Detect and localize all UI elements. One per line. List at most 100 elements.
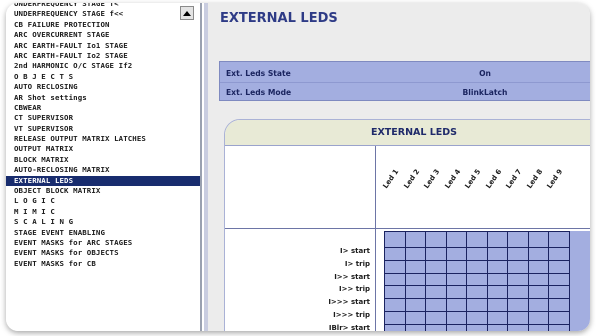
tree-item[interactable]: AR Shot settings <box>6 93 200 103</box>
matrix-cell[interactable] <box>425 323 447 331</box>
property-value[interactable]: BlinkLatch <box>450 88 520 97</box>
matrix-cell[interactable] <box>507 247 529 261</box>
matrix-cell[interactable] <box>404 231 426 248</box>
matrix-cell[interactable] <box>507 311 529 325</box>
tree-item[interactable]: STAGE EVENT ENABLING <box>6 228 200 238</box>
tree-item[interactable]: CT SUPERVISOR <box>6 113 200 123</box>
tree-item[interactable]: VT SUPERVISOR <box>6 124 200 134</box>
matrix-cell[interactable] <box>486 285 508 300</box>
matrix-cell[interactable] <box>486 231 508 248</box>
matrix-cell[interactable] <box>527 298 549 312</box>
matrix-cell[interactable] <box>445 259 467 274</box>
matrix-cell[interactable] <box>527 285 549 300</box>
matrix-cell[interactable] <box>404 323 426 331</box>
matrix-cell[interactable] <box>527 311 549 325</box>
matrix-cell[interactable] <box>404 259 426 274</box>
matrix-cell[interactable] <box>384 285 406 300</box>
matrix-cell[interactable] <box>548 311 570 325</box>
matrix-cell[interactable] <box>466 231 488 248</box>
matrix-cell[interactable] <box>466 247 488 261</box>
matrix-cell[interactable] <box>527 247 549 261</box>
matrix-cell[interactable] <box>507 231 529 248</box>
matrix-cell[interactable] <box>404 272 426 287</box>
matrix-cell[interactable] <box>404 311 426 325</box>
matrix-cell[interactable] <box>507 259 529 274</box>
tree-item[interactable]: CBWEAR <box>6 103 200 113</box>
matrix-cell[interactable] <box>425 231 447 248</box>
tree-item[interactable]: EXTERNAL LEDS <box>6 175 200 187</box>
matrix-cell[interactable] <box>425 272 447 287</box>
matrix-cell[interactable] <box>445 323 467 331</box>
matrix-cell[interactable] <box>425 247 447 261</box>
matrix-cell[interactable] <box>466 323 488 331</box>
matrix-cell[interactable] <box>507 272 529 287</box>
tree-item[interactable]: L O G I C <box>6 196 200 206</box>
tree-item[interactable]: BLOCK MATRIX <box>6 155 200 165</box>
matrix-cell[interactable] <box>384 247 406 261</box>
matrix-cell[interactable] <box>548 272 570 287</box>
matrix-cell[interactable] <box>548 259 570 274</box>
tree-item[interactable]: EVENT MASKS for OBJECTS <box>6 248 200 258</box>
matrix-cell[interactable] <box>548 285 570 300</box>
settings-tree[interactable]: UNDERFREQUENCY STAGE f< UNDERFREQUENCY ST… <box>6 3 202 331</box>
matrix-cell[interactable] <box>384 323 406 331</box>
matrix-cell[interactable] <box>486 247 508 261</box>
tree-item[interactable]: S C A L I N G <box>6 217 200 227</box>
tree-item[interactable]: EVENT MASKS for ARC STAGES <box>6 238 200 248</box>
matrix-cell[interactable] <box>445 311 467 325</box>
matrix-cell[interactable] <box>527 272 549 287</box>
matrix-cell[interactable] <box>466 285 488 300</box>
matrix-cell[interactable] <box>548 247 570 261</box>
matrix-cell[interactable] <box>548 323 570 331</box>
matrix-cell[interactable] <box>466 272 488 287</box>
tree-item[interactable]: OUTPUT MATRIX <box>6 144 200 154</box>
tree-item[interactable]: AUTO-RECLOSING MATRIX <box>6 165 200 175</box>
matrix-cell[interactable] <box>548 298 570 312</box>
matrix-cell[interactable] <box>445 247 467 261</box>
tree-item[interactable]: 2nd HARMONIC O/C STAGE If2 <box>6 61 200 71</box>
matrix-cell[interactable] <box>404 247 426 261</box>
matrix-cell[interactable] <box>445 272 467 287</box>
matrix-cell[interactable] <box>384 298 406 312</box>
tree-item[interactable]: UNDERFREQUENCY STAGE f<< <box>6 9 200 19</box>
matrix-cell[interactable] <box>425 298 447 312</box>
tree-item[interactable]: OBJECT BLOCK MATRIX <box>6 186 200 196</box>
matrix-cell[interactable] <box>486 259 508 274</box>
matrix-cell[interactable] <box>425 259 447 274</box>
matrix-cell[interactable] <box>404 285 426 300</box>
matrix-cell[interactable] <box>384 259 406 274</box>
tree-item[interactable]: AUTO RECLOSING <box>6 82 200 92</box>
matrix-cell[interactable] <box>384 311 406 325</box>
matrix-cell[interactable] <box>466 311 488 325</box>
matrix-cell[interactable] <box>507 285 529 300</box>
tree-item[interactable]: ARC EARTH-FAULT Io1 STAGE <box>6 41 200 51</box>
matrix-cell[interactable] <box>384 231 406 248</box>
matrix-cell[interactable] <box>486 272 508 287</box>
matrix-cell[interactable] <box>466 298 488 312</box>
matrix-cell[interactable] <box>507 298 529 312</box>
matrix-cell[interactable] <box>527 323 549 331</box>
matrix-cell[interactable] <box>445 285 467 300</box>
tree-item[interactable]: EVENT MASKS for CB <box>6 259 200 269</box>
matrix-cell[interactable] <box>486 311 508 325</box>
matrix-cell[interactable] <box>486 298 508 312</box>
matrix-cell[interactable] <box>548 231 570 248</box>
matrix-cell[interactable] <box>507 323 529 331</box>
property-row-mode[interactable]: Ext. Leds Mode BlinkLatch <box>220 82 590 100</box>
property-row-state[interactable]: Ext. Leds State On <box>220 64 590 82</box>
matrix-cell[interactable] <box>445 231 467 248</box>
matrix-cell[interactable] <box>425 285 447 300</box>
matrix-cell[interactable] <box>466 259 488 274</box>
tree-item[interactable]: O B J E C T S <box>6 72 200 82</box>
tree-item[interactable]: M I M I C <box>6 207 200 217</box>
tree-item[interactable]: ARC OVERCURRENT STAGE <box>6 30 200 40</box>
matrix-cell[interactable] <box>527 231 549 248</box>
matrix-cell[interactable] <box>425 311 447 325</box>
tree-item[interactable]: CB FAILURE PROTECTION <box>6 20 200 30</box>
matrix-cell[interactable] <box>404 298 426 312</box>
matrix-cell[interactable] <box>527 259 549 274</box>
matrix-cell[interactable] <box>445 298 467 312</box>
matrix-cell[interactable] <box>384 272 406 287</box>
property-value[interactable]: On <box>450 69 520 78</box>
matrix-cell[interactable] <box>486 323 508 331</box>
